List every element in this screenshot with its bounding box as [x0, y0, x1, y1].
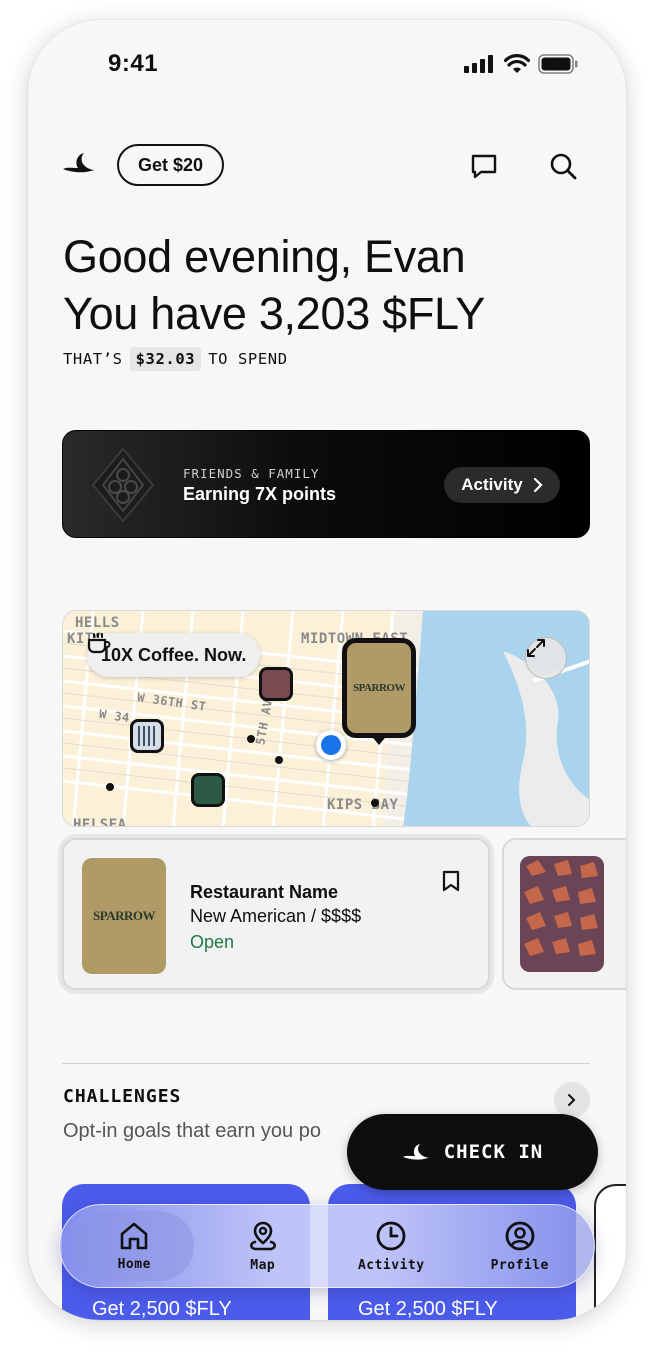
map-pin-selected[interactable]: SPARROW — [342, 638, 416, 738]
map-pin-tail — [369, 733, 389, 745]
map-view[interactable]: HELLS KITC MIDTOWN EAST W 36TH ST W 34 5… — [62, 610, 590, 827]
sparrow-logo: SPARROW — [93, 908, 155, 923]
restaurant-thumbnail: SPARROW — [82, 858, 166, 974]
spend-amount: $32.03 — [129, 347, 202, 371]
tab-profile[interactable]: Profile — [460, 1211, 580, 1281]
status-icons — [464, 54, 578, 74]
tab-activity-label: Activity — [357, 1257, 425, 1273]
wifi-icon — [504, 54, 530, 73]
coffee-cup-icon — [87, 633, 111, 654]
map-pin-restaurant[interactable] — [191, 773, 225, 807]
map-dot[interactable] — [247, 735, 255, 743]
messages-icon[interactable] — [468, 150, 500, 182]
map-dot[interactable] — [106, 783, 114, 791]
challenge-reward: Get 2,500 $FLY — [92, 1298, 232, 1320]
tab-activity[interactable]: Activity — [331, 1211, 451, 1281]
brand-logo-icon — [402, 1143, 429, 1160]
user-location-marker — [316, 730, 346, 760]
bottom-tab-bar: Home Map Activity Profile — [59, 1204, 595, 1288]
map-label-kips-bay: KIPS BAY — [327, 797, 399, 813]
map-dot[interactable] — [275, 756, 283, 764]
spend-line: THAT’S $32.03 TO SPEND — [63, 347, 288, 371]
sparrow-logo: SPARROW — [353, 682, 405, 694]
chevron-right-icon — [533, 477, 543, 493]
greeting: Good evening, Evan You have 3,203 $FLY — [63, 228, 485, 342]
map-label-chelsea: HELSEA — [73, 817, 127, 827]
coffee-offer-pill[interactable]: 10X Coffee. Now. — [87, 633, 261, 677]
clock-icon — [376, 1221, 406, 1250]
activity-button-label: Activity — [461, 475, 523, 494]
map-pin-restaurant[interactable] — [259, 667, 293, 701]
tab-home-label: Home — [117, 1256, 151, 1272]
challenges-subtitle: Opt-in goals that earn you po — [63, 1120, 321, 1142]
check-in-button[interactable]: CHECK IN — [347, 1114, 598, 1190]
map-pin-restaurant[interactable] — [130, 719, 164, 753]
restaurant-card[interactable] — [502, 838, 626, 990]
restaurant-cuisine: New American / $$$$ — [190, 906, 362, 926]
brand-logo-icon[interactable] — [62, 152, 96, 179]
chevron-right-icon — [568, 1094, 576, 1106]
bookmark-icon[interactable] — [442, 870, 460, 897]
status-time: 9:41 — [108, 50, 159, 77]
challenges-more-button[interactable] — [554, 1082, 590, 1118]
expand-icon — [527, 639, 545, 657]
challenges-title: CHALLENGES — [63, 1086, 182, 1107]
coffee-offer-label: 10X Coffee. Now. — [101, 644, 247, 665]
promo-title: Earning 7X points — [183, 484, 337, 504]
restaurant-status: Open — [190, 932, 235, 952]
section-divider — [62, 1063, 590, 1064]
greeting-line: Good evening, Evan — [63, 231, 466, 282]
tab-profile-label: Profile — [490, 1257, 549, 1273]
ornament-badge-icon — [91, 447, 155, 528]
tab-home[interactable]: Home — [74, 1211, 195, 1281]
map-label-hells: HELLS — [75, 615, 120, 631]
balance-line: You have 3,203 $FLY — [63, 288, 486, 339]
activity-button[interactable]: Activity — [444, 467, 560, 503]
check-in-label: CHECK IN — [443, 1141, 544, 1163]
spend-suffix: TO SPEND — [208, 350, 288, 368]
restaurant-name: Restaurant Name — [190, 882, 339, 902]
challenge-reward: Get 2,500 $FLY — [358, 1298, 498, 1320]
friends-family-banner[interactable]: FRIENDS & FAMILY Earning 7X points Activ… — [62, 430, 590, 538]
phone-screen: 9:41 Get $20 Good evening, Evan You have… — [28, 20, 626, 1320]
profile-icon — [505, 1221, 535, 1250]
spend-prefix: THAT’S — [63, 350, 123, 368]
map-pin-icon — [249, 1221, 276, 1250]
home-icon — [120, 1222, 148, 1249]
tab-map[interactable]: Map — [203, 1211, 323, 1281]
get-20-button[interactable]: Get $20 — [117, 144, 224, 186]
challenge-card[interactable] — [594, 1184, 626, 1320]
map-dot[interactable] — [371, 799, 379, 807]
cellular-signal-icon — [464, 55, 493, 73]
battery-icon — [538, 54, 578, 74]
restaurant-thumbnail — [520, 856, 604, 972]
expand-map-button[interactable] — [525, 637, 567, 679]
restaurant-card[interactable]: SPARROW Restaurant Name New American / $… — [62, 838, 490, 990]
promo-kicker: FRIENDS & FAMILY — [183, 466, 320, 481]
tab-map-label: Map — [250, 1257, 276, 1273]
search-icon[interactable] — [547, 150, 579, 182]
